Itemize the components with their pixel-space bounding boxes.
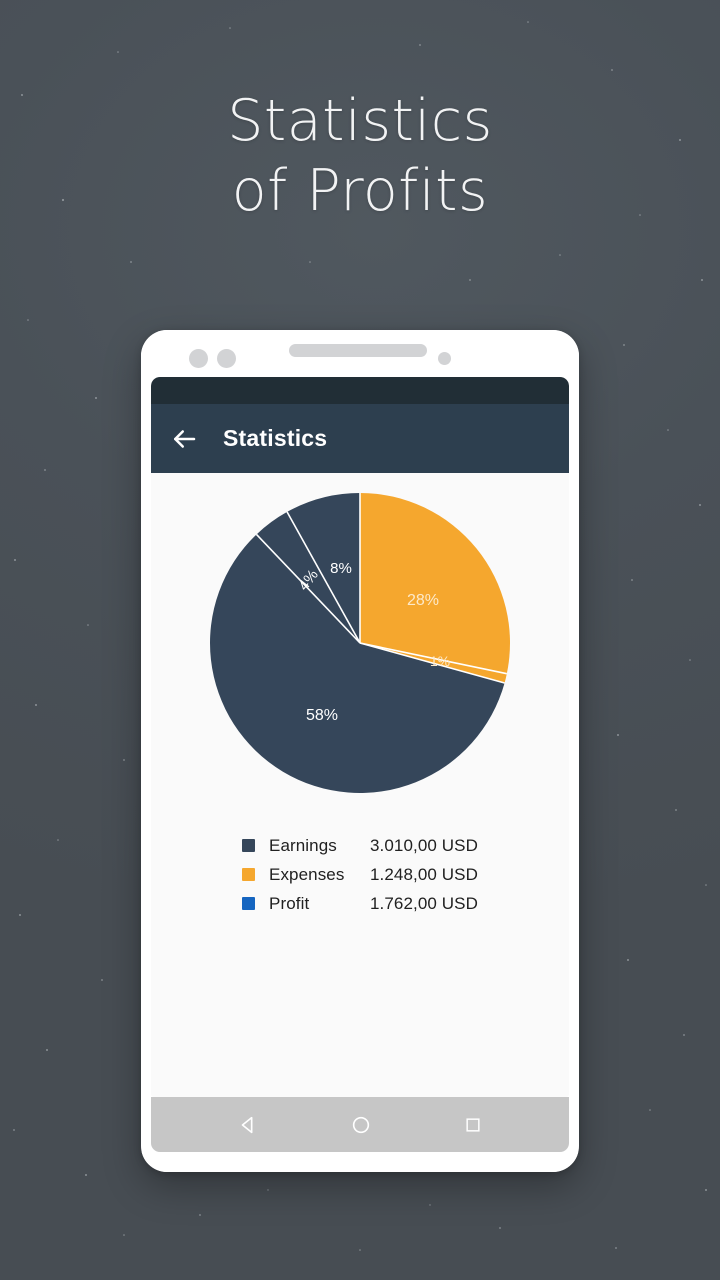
phone-mockup: Statistics 28% 1% 58% 4% 8% Earnings 3.0… <box>141 330 579 1172</box>
pie-label-28: 28% <box>407 592 439 609</box>
phone-top-bezel <box>141 330 579 377</box>
light-sensor-icon <box>217 349 236 368</box>
legend-value-profit: 1.762,00 USD <box>370 893 478 913</box>
legend-row-earnings[interactable]: Earnings 3.010,00 USD <box>242 831 478 860</box>
legend-swatch-expenses <box>242 868 255 881</box>
chart-legend: Earnings 3.010,00 USD Expenses 1.248,00 … <box>242 831 478 918</box>
pie-slice-expenses-28 <box>360 493 510 674</box>
legend-row-profit[interactable]: Profit 1.762,00 USD <box>242 889 478 918</box>
page-title-line-1: Statistics <box>227 88 493 154</box>
earpiece-speaker <box>289 344 427 357</box>
pie-label-58: 58% <box>306 707 338 724</box>
page-title: Statistics of Profits <box>0 86 720 226</box>
screen-content: 28% 1% 58% 4% 8% Earnings 3.010,00 USD E… <box>151 473 569 1097</box>
android-navigation-bar <box>151 1097 569 1152</box>
pie-label-1: 1% <box>430 653 450 669</box>
app-bar: Statistics <box>151 404 569 473</box>
pie-chart: 28% 1% 58% 4% 8% <box>151 473 569 813</box>
legend-swatch-earnings <box>242 839 255 852</box>
legend-row-expenses[interactable]: Expenses 1.248,00 USD <box>242 860 478 889</box>
proximity-sensor-icon <box>189 349 208 368</box>
poster-stage: Statistics of Profits Statistics 28% 1% … <box>0 0 720 1280</box>
legend-label-profit: Profit <box>269 893 310 913</box>
arrow-left-icon[interactable] <box>169 424 199 454</box>
page-title-line-2: of Profits <box>231 158 489 224</box>
phone-bottom-bezel <box>141 1152 579 1172</box>
legend-value-earnings: 3.010,00 USD <box>370 835 478 855</box>
square-recents-icon[interactable] <box>463 1115 483 1135</box>
legend-value-expenses: 1.248,00 USD <box>370 864 478 884</box>
phone-screen: Statistics 28% 1% 58% 4% 8% Earnings 3.0… <box>151 377 569 1097</box>
legend-label-earnings: Earnings <box>269 835 337 855</box>
pie-chart-svg: 28% 1% 58% 4% 8% <box>210 493 510 793</box>
legend-label-expenses: Expenses <box>269 864 345 884</box>
pie-label-8: 8% <box>330 560 352 577</box>
status-bar <box>151 377 569 404</box>
app-bar-title: Statistics <box>223 425 328 451</box>
front-camera-icon <box>438 352 451 365</box>
circle-home-icon[interactable] <box>350 1114 372 1136</box>
triangle-back-icon[interactable] <box>237 1114 259 1136</box>
legend-swatch-profit <box>242 897 255 910</box>
